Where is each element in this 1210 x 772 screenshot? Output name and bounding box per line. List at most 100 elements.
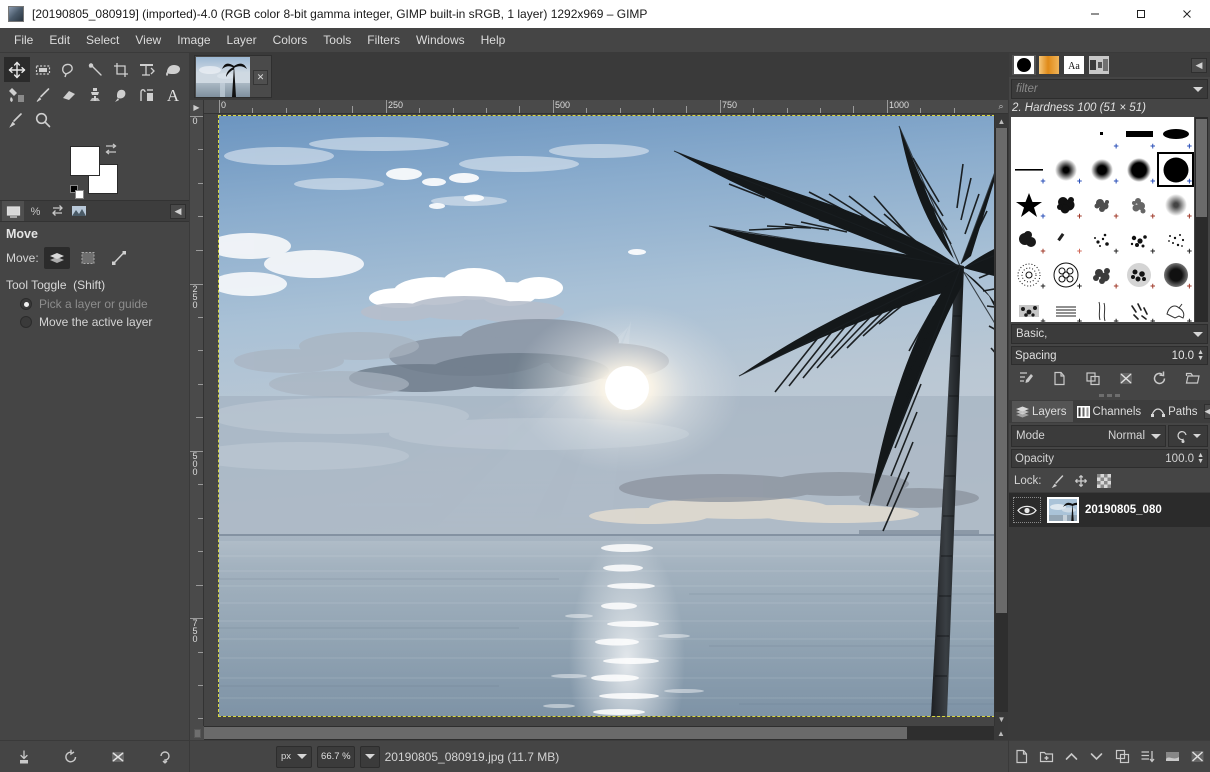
brush-cell[interactable]: +	[1084, 187, 1121, 222]
move-selection-mode-button[interactable]	[75, 247, 101, 269]
brush-grid-scrollbar[interactable]	[1195, 117, 1208, 322]
vertical-scroll-thumb[interactable]	[996, 128, 1007, 613]
layer-list[interactable]: 20190805_080	[1009, 492, 1210, 740]
anchor-layer-icon[interactable]	[1137, 747, 1157, 767]
reset-colors-icon[interactable]	[70, 185, 86, 199]
vertical-ruler[interactable]: 0 250 500 750	[190, 114, 204, 726]
layer-mode-switch[interactable]	[1168, 425, 1208, 447]
horizontal-scroll-track[interactable]	[204, 726, 994, 740]
brush-grid[interactable]: + + + + + + + + + + + + + + + + + + + + …	[1011, 117, 1194, 322]
radio-move-active-layer-icon[interactable]	[20, 316, 32, 328]
paths-tool-button[interactable]	[4, 107, 30, 132]
new-layer-group-icon[interactable]	[1037, 747, 1057, 767]
layer-mode-switch-chevron-down-icon[interactable]	[1192, 434, 1201, 438]
zoom-chevron-down-icon[interactable]	[364, 754, 375, 759]
tab-layers[interactable]: Layers	[1012, 401, 1073, 422]
ink-tool-button[interactable]	[134, 82, 160, 107]
brush-cell[interactable]	[1011, 117, 1048, 152]
layer-mode-chevron-down-icon[interactable]	[1151, 433, 1161, 439]
navigation-preview-button[interactable]	[190, 726, 204, 740]
refresh-brushes-icon[interactable]	[1149, 368, 1171, 388]
layer-mask-icon[interactable]	[1162, 747, 1182, 767]
menu-colors[interactable]: Colors	[265, 30, 316, 50]
menu-edit[interactable]: Edit	[41, 30, 78, 50]
lock-position-icon[interactable]	[1074, 474, 1088, 488]
brush-cell[interactable]: +	[1011, 257, 1048, 292]
text-tool-button[interactable]: A	[160, 82, 186, 107]
brush-cell[interactable]: +	[1011, 187, 1048, 222]
brush-cell[interactable]: +	[1048, 187, 1085, 222]
menu-filters[interactable]: Filters	[359, 30, 408, 50]
menu-image[interactable]: Image	[169, 30, 218, 50]
brush-cell[interactable]: +	[1011, 292, 1048, 322]
duplicate-layer-icon[interactable]	[1112, 747, 1132, 767]
brush-tag-filter-combo[interactable]: Basic,	[1011, 324, 1208, 344]
brush-cell[interactable]: +	[1084, 292, 1121, 322]
delete-tool-options-icon[interactable]	[107, 747, 129, 767]
undo-history-tab-icon[interactable]	[46, 201, 68, 221]
duplicate-brush-icon[interactable]	[1082, 368, 1104, 388]
brush-cell[interactable]	[1048, 117, 1085, 152]
brushes-dock-menu-button[interactable]: ◀	[1191, 57, 1207, 73]
gradients-tab-icon[interactable]	[1037, 55, 1061, 75]
device-status-tab-icon[interactable]: %	[24, 201, 46, 221]
scroll-up-icon[interactable]: ▲	[995, 114, 1008, 128]
vertical-scroll-track[interactable]	[995, 128, 1008, 712]
brush-filter-chevron-down-icon[interactable]	[1193, 86, 1203, 92]
horizontal-scroll-thumb[interactable]	[204, 727, 908, 739]
brush-tag-chevron-down-icon[interactable]	[1193, 331, 1203, 337]
menu-help[interactable]: Help	[473, 30, 514, 50]
unit-chevron-down-icon[interactable]	[297, 754, 308, 759]
zoom-tool-button[interactable]	[30, 107, 56, 132]
move-path-mode-button[interactable]	[106, 247, 132, 269]
scroll-right-icon[interactable]: ▲	[994, 726, 1008, 740]
menu-tools[interactable]: Tools	[315, 30, 359, 50]
dock-resize-grip[interactable]	[1009, 391, 1210, 400]
smudge-tool-button[interactable]	[108, 82, 134, 107]
spacing-stepper[interactable]: ▲ ▼	[1197, 349, 1204, 362]
foreground-color-swatch[interactable]	[70, 146, 100, 176]
unit-selector[interactable]: px	[276, 745, 313, 768]
menu-select[interactable]: Select	[78, 30, 127, 50]
menu-layer[interactable]: Layer	[219, 30, 265, 50]
brush-cell[interactable]: +	[1011, 222, 1048, 257]
fuzzy-select-tool-button[interactable]	[82, 57, 108, 82]
zoom-fit-icon[interactable]: ⌕	[994, 100, 1008, 114]
save-tool-options-icon[interactable]	[13, 747, 35, 767]
brush-scroll-thumb[interactable]	[1196, 119, 1207, 218]
move-tool-button[interactable]	[4, 57, 30, 82]
patterns-tab-icon[interactable]	[1087, 55, 1111, 75]
raise-layer-icon[interactable]	[1062, 747, 1082, 767]
brush-cell[interactable]: +	[1048, 222, 1085, 257]
brush-cell[interactable]: +	[1157, 257, 1194, 292]
menu-windows[interactable]: Windows	[408, 30, 473, 50]
layer-mode-combo[interactable]: Mode Normal	[1011, 425, 1166, 447]
brush-cell[interactable]: +	[1084, 117, 1121, 152]
clone-tool-button[interactable]	[82, 82, 108, 107]
menu-view[interactable]: View	[127, 30, 169, 50]
lock-alpha-icon[interactable]	[1096, 474, 1111, 488]
brush-cell[interactable]: +	[1011, 152, 1048, 187]
brush-spacing-slider[interactable]: Spacing 10.0 ▲ ▼	[1011, 346, 1208, 365]
brush-cell[interactable]: +	[1121, 117, 1158, 152]
images-tab-icon[interactable]	[68, 201, 90, 221]
crop-tool-button[interactable]	[108, 57, 134, 82]
lock-pixels-icon[interactable]	[1051, 474, 1065, 488]
layer-visibility-eye-icon[interactable]	[1013, 497, 1041, 523]
option-pick-layer-or-guide[interactable]: Pick a layer or guide	[20, 297, 183, 311]
brush-cell[interactable]: +	[1157, 187, 1194, 222]
radio-pick-layer-icon[interactable]	[20, 298, 32, 310]
brush-cell[interactable]: +	[1157, 292, 1194, 322]
brush-cell[interactable]: +	[1157, 222, 1194, 257]
horizontal-ruler[interactable]: 0 250 500 750 1000	[204, 100, 994, 114]
tab-paths[interactable]: Paths	[1147, 401, 1203, 422]
brush-cell[interactable]: +	[1048, 292, 1085, 322]
brush-cell[interactable]: +	[1048, 257, 1085, 292]
zoom-input[interactable]: 66.7 %	[317, 745, 355, 768]
minimize-button[interactable]	[1072, 0, 1118, 28]
layer-row[interactable]: 20190805_080	[1009, 493, 1210, 527]
lower-layer-icon[interactable]	[1087, 747, 1107, 767]
brush-cell[interactable]: +	[1121, 292, 1158, 322]
edit-brush-icon[interactable]	[1015, 368, 1037, 388]
restore-tool-options-icon[interactable]	[60, 747, 82, 767]
